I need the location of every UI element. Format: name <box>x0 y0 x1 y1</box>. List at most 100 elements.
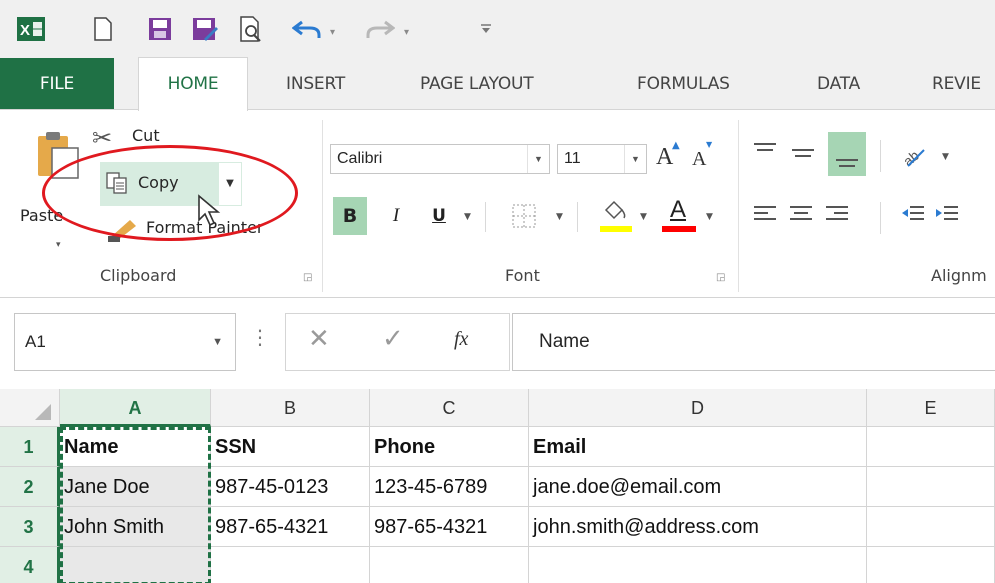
chevron-down-icon[interactable]: ▼ <box>527 145 549 173</box>
more-options-icon[interactable]: ⋮ <box>250 325 270 349</box>
paste-button[interactable]: Paste ▾ <box>16 124 84 254</box>
bold-button[interactable]: B <box>333 197 367 235</box>
tab-file[interactable]: FILE <box>0 58 114 110</box>
top-align-button[interactable] <box>752 140 782 176</box>
tab-formulas[interactable]: FORMULAS <box>637 58 730 110</box>
row-header-4[interactable]: 4 <box>0 547 60 583</box>
enter-icon[interactable]: ✓ <box>382 324 404 354</box>
formula-input[interactable]: Name <box>512 313 995 371</box>
borders-button[interactable] <box>512 204 536 232</box>
cell-d2[interactable]: jane.doe@email.com <box>529 467 867 507</box>
cell-d1[interactable]: Email <box>529 427 867 467</box>
fill-color-button[interactable] <box>600 198 634 238</box>
redo-icon[interactable] <box>363 0 397 58</box>
shrink-font-button[interactable]: A ▼ <box>690 140 720 174</box>
middle-align-icon <box>792 149 814 157</box>
tab-data[interactable]: DATA <box>817 58 860 110</box>
font-group-label: Font <box>505 266 540 285</box>
cell-a1[interactable]: Name <box>60 427 211 467</box>
tab-insert[interactable]: INSERT <box>286 58 345 110</box>
paste-icon <box>36 130 80 184</box>
font-size-select[interactable]: 11 ▼ <box>557 144 647 174</box>
cell-c1[interactable]: Phone <box>370 427 529 467</box>
group-divider <box>738 120 739 292</box>
cell-b4[interactable] <box>211 547 370 583</box>
italic-button[interactable]: I <box>381 197 411 235</box>
undo-dropdown-icon[interactable]: ▾ <box>330 27 335 38</box>
tab-review[interactable]: REVIE <box>932 58 981 110</box>
clipboard-launcher-icon[interactable]: ◲ <box>303 272 312 283</box>
row-header-3[interactable]: 3 <box>0 507 60 547</box>
cell-d3[interactable]: john.smith@address.com <box>529 507 867 547</box>
cell-b1[interactable]: SSN <box>211 427 370 467</box>
insert-function-icon[interactable]: fx <box>454 328 468 351</box>
fill-color-swatch <box>600 226 632 232</box>
font-color-dropdown-icon[interactable]: ▼ <box>706 212 713 222</box>
chevron-down-icon[interactable]: ▼ <box>624 145 646 173</box>
caret-down-icon: ▼ <box>706 140 713 149</box>
column-header-d[interactable]: D <box>529 389 867 427</box>
cell-e1[interactable] <box>867 427 995 467</box>
cell-a4[interactable] <box>60 547 211 583</box>
chevron-down-icon[interactable]: ▼ <box>212 314 223 370</box>
new-document-icon[interactable] <box>88 0 118 58</box>
cell-b3[interactable]: 987-65-4321 <box>211 507 370 547</box>
clipboard-group-label: Clipboard <box>100 266 177 285</box>
decrease-indent-button[interactable] <box>900 202 928 232</box>
align-left-button[interactable] <box>752 202 780 232</box>
middle-align-button[interactable] <box>790 140 820 176</box>
text-orientation-icon: ab <box>900 147 925 169</box>
row-header-2[interactable]: 2 <box>0 467 60 507</box>
cell-c4[interactable] <box>370 547 529 583</box>
orientation-dropdown-icon[interactable]: ▼ <box>942 152 949 162</box>
customize-toolbar-icon[interactable] <box>476 0 496 58</box>
increase-indent-button[interactable] <box>934 202 962 232</box>
print-preview-icon[interactable] <box>236 0 266 58</box>
underline-button[interactable]: U <box>424 197 454 235</box>
svg-text:X: X <box>20 22 30 39</box>
column-header-a[interactable]: A <box>60 389 211 427</box>
font-name-select[interactable]: Calibri ▼ <box>330 144 550 174</box>
font-launcher-icon[interactable]: ◲ <box>716 272 725 283</box>
bottom-align-button[interactable] <box>828 132 866 176</box>
grow-font-button[interactable]: A ▲ <box>654 140 684 174</box>
cell-c2[interactable]: 123-45-6789 <box>370 467 529 507</box>
tab-page-layout[interactable]: PAGE LAYOUT <box>420 58 534 110</box>
cut-button[interactable]: ✂ Cut <box>90 128 210 158</box>
column-header-c[interactable]: C <box>370 389 529 427</box>
cancel-icon[interactable]: ✕ <box>308 324 330 354</box>
orientation-button[interactable]: ab <box>900 140 940 176</box>
name-box[interactable]: A1 ▼ <box>14 313 236 371</box>
paste-label: Paste <box>20 206 64 225</box>
borders-dropdown-icon[interactable]: ▼ <box>556 212 563 222</box>
align-center-button[interactable] <box>788 202 816 232</box>
borders-icon <box>512 204 536 228</box>
cell-e3[interactable] <box>867 507 995 547</box>
alignment-group-label: Alignm <box>931 266 987 285</box>
underline-dropdown-icon[interactable]: ▼ <box>464 212 471 222</box>
cell-a3[interactable]: John Smith <box>60 507 211 547</box>
save-as-icon[interactable] <box>190 0 220 58</box>
paste-dropdown-icon[interactable]: ▾ <box>56 240 61 250</box>
column-header-e[interactable]: E <box>867 389 995 427</box>
column-header-b[interactable]: B <box>211 389 370 427</box>
group-divider <box>322 120 323 292</box>
row-header-1[interactable]: 1 <box>0 427 60 467</box>
chevron-down-icon: ▼ <box>226 178 234 189</box>
tab-home[interactable]: HOME <box>138 57 248 111</box>
save-icon[interactable] <box>145 0 175 58</box>
align-right-button[interactable] <box>824 202 852 232</box>
undo-icon[interactable] <box>290 0 324 58</box>
cell-b2[interactable]: 987-45-0123 <box>211 467 370 507</box>
top-align-icon <box>754 143 776 151</box>
cell-e4[interactable] <box>867 547 995 583</box>
paint-bucket-icon <box>604 200 626 220</box>
font-name-value: Calibri <box>337 150 383 167</box>
cell-d4[interactable] <box>529 547 867 583</box>
cell-c3[interactable]: 987-65-4321 <box>370 507 529 547</box>
font-color-button[interactable]: A <box>662 196 696 238</box>
cell-a2[interactable]: Jane Doe <box>60 467 211 507</box>
cell-e2[interactable] <box>867 467 995 507</box>
fill-color-dropdown-icon[interactable]: ▼ <box>640 212 647 222</box>
select-all-corner[interactable] <box>0 389 60 427</box>
